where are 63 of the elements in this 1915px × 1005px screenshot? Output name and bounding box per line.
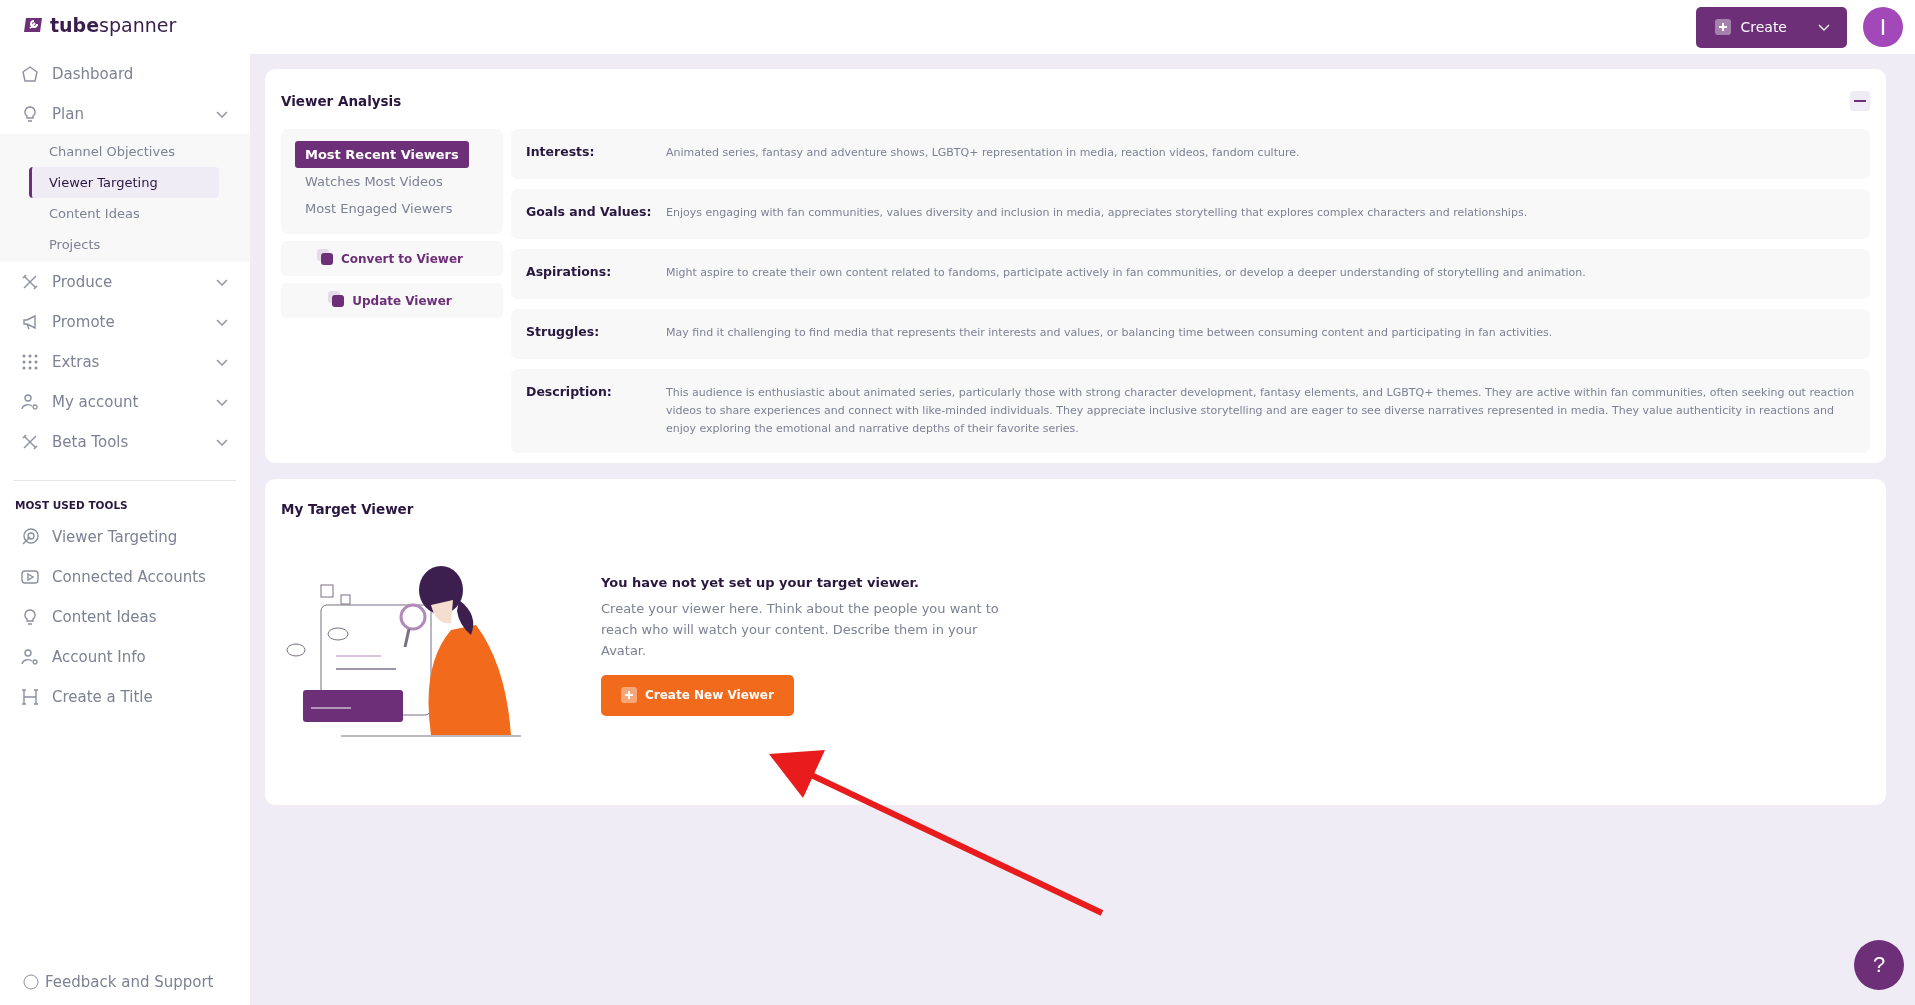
user-gear-icon	[20, 647, 40, 667]
nav-item[interactable]: Produce	[0, 262, 250, 302]
create-button[interactable]: Create	[1696, 6, 1847, 48]
caret-icon	[1818, 23, 1830, 31]
chevron-icon	[216, 110, 228, 118]
detail-label: Struggles:	[526, 324, 601, 341]
section-title: MOST USED TOOLS	[14, 499, 129, 513]
chevron-icon	[216, 438, 228, 446]
empty-state-text: Create your viewer here. Think about the people you want to reach who will watch your content. Describe them in your Avatar.	[601, 599, 1000, 660]
target-icon	[20, 527, 40, 547]
empty-state-heading: You have not yet set up your target viewer.	[601, 574, 921, 590]
tab[interactable]: Most Recent Viewers	[295, 141, 469, 168]
nav-item[interactable]: Promote	[0, 302, 250, 342]
tools-icon	[20, 272, 40, 292]
action-button[interactable]: Convert to Viewer	[281, 241, 503, 276]
heading-icon	[20, 687, 40, 707]
sidebar-subitem[interactable]: Projects	[29, 229, 219, 260]
sidebar-subitem[interactable]: Channel Objectives	[29, 136, 219, 167]
sidebar-subitem[interactable]: Content Ideas	[29, 198, 219, 229]
nav-item[interactable]: Plan	[0, 94, 250, 134]
nav-item[interactable]: Dashboard	[0, 54, 250, 94]
tool-item[interactable]: Connected Accounts	[0, 557, 250, 597]
tool-item[interactable]: Viewer Targeting	[0, 517, 250, 557]
detail-text: Enjoys engaging with fan communities, values diversity and inclusion in media, appreciates storytelling that explores complex characters and relationships.	[666, 205, 1529, 221]
create-new-viewer-button[interactable]: Create New Viewer	[601, 674, 794, 716]
tool-item[interactable]: Create a Title	[0, 677, 250, 717]
card-title: My Target Viewer	[281, 501, 415, 517]
tab[interactable]: Watches Most Videos	[295, 168, 453, 195]
tools-icon	[20, 432, 40, 452]
user-gear-icon	[20, 392, 40, 412]
logo-text: tubespanner	[50, 14, 177, 36]
chevron-icon	[216, 358, 228, 366]
play-icon	[20, 567, 40, 587]
detail-label: Interests:	[526, 144, 596, 161]
chevron-icon	[216, 318, 228, 326]
chevron-icon	[216, 278, 228, 286]
tool-item[interactable]: Content Ideas	[0, 597, 250, 637]
detail-text: May find it challenging to find media that represents their interests and values, or balancing time between consuming content and participating in fan activities.	[666, 325, 1554, 341]
detail-label: Description:	[526, 384, 613, 401]
logo[interactable]: tubespanner	[0, 0, 250, 50]
feedback-link[interactable]: Feedback and Support	[0, 973, 250, 1005]
nav-item[interactable]: Beta Tools	[0, 422, 250, 462]
home-icon	[20, 64, 40, 84]
detail-text: Animated series, fantasy and adventure shows, LGBTQ+ representation in media, reaction videos, fandom culture.	[666, 145, 1301, 161]
tool-item[interactable]: Account Info	[0, 637, 250, 677]
action-button[interactable]: Update Viewer	[281, 283, 503, 318]
card-title: Viewer Analysis	[281, 93, 402, 109]
nav-item[interactable]: My account	[0, 382, 250, 422]
detail-text: Might aspire to create their own content related to fandoms, participate actively in fan communities, or develop a deeper understanding of storytelling and animation.	[666, 265, 1587, 281]
detail-label: Aspirations:	[526, 264, 613, 281]
detail-text: This audience is enthusiastic about animated series, particularly those with strong character development, fantasy elements, and LGBTQ+ themes. They are active within fan communities, often seeking out reaction videos to share experiences and connect with like-minded individuals. They appreciate inclusive storytelling and are eager to see diverse narratives represented in media. They value authenticity in reactions and enjoy exploring the emotional and narrative depths of their favorite series.	[666, 385, 1856, 437]
sidebar-subitem[interactable]: Viewer Targeting	[29, 167, 219, 198]
avatar[interactable]: I	[1863, 7, 1903, 47]
plus-icon	[621, 687, 637, 703]
dots-grid-icon	[20, 352, 40, 372]
minus-icon	[1854, 100, 1866, 102]
nav-item[interactable]: Extras	[0, 342, 250, 382]
logo-icon	[22, 17, 44, 33]
detail-label: Goals and Values:	[526, 204, 653, 221]
tab[interactable]: Most Engaged Viewers	[295, 195, 463, 222]
chevron-icon	[216, 398, 228, 406]
collapse-button[interactable]	[1850, 91, 1870, 111]
plus-icon	[1715, 19, 1732, 35]
